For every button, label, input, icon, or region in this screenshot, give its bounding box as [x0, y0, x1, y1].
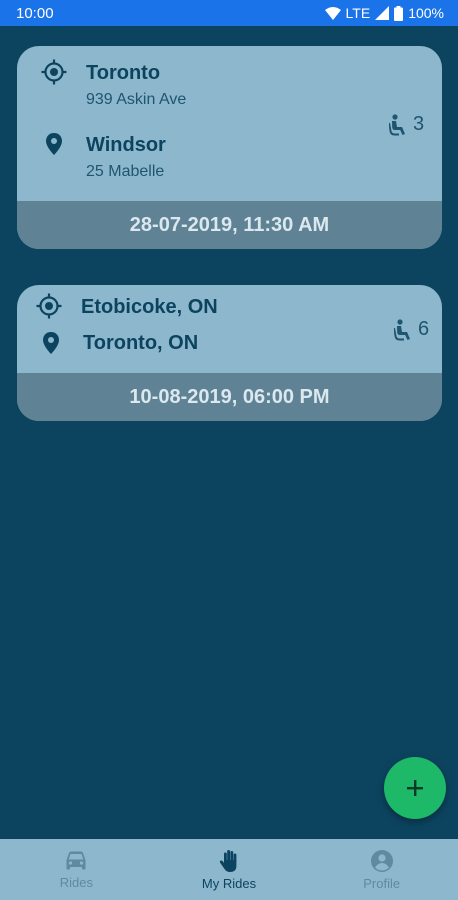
- ride-card[interactable]: Etobicoke, ON Toronto, ON 6 10-08-2019, …: [17, 285, 442, 421]
- plus-icon: [407, 780, 423, 796]
- account-icon: [370, 849, 393, 872]
- ride-datetime: 28-07-2019, 11:30 AM: [129, 213, 330, 236]
- origin-city: Toronto: [86, 62, 161, 84]
- origin-crosshair-icon: [41, 59, 67, 85]
- nav-label-rides: Rides: [59, 874, 93, 890]
- nav-label-profile: Profile: [363, 875, 401, 891]
- nav-item-profile[interactable]: Profile: [305, 839, 458, 900]
- ride-card-body: Toronto 939 Askin Ave Windsor 25 Mabelle…: [17, 46, 442, 201]
- destination-city: Windsor: [86, 134, 166, 156]
- destination-address: 25 Mabelle: [86, 163, 165, 180]
- ride-datetime-bar: 10-08-2019, 06:00 PM: [17, 373, 442, 421]
- status-time: 10:00: [16, 4, 54, 22]
- add-ride-button[interactable]: [384, 757, 446, 819]
- origin-city: Etobicoke, ON: [81, 296, 218, 318]
- battery-icon: [394, 5, 404, 21]
- seats-available: 6: [394, 318, 429, 341]
- seat-icon: [394, 318, 410, 340]
- ride-card[interactable]: Toronto 939 Askin Ave Windsor 25 Mabelle…: [17, 46, 442, 249]
- ride-datetime-bar: 28-07-2019, 11:30 AM: [17, 201, 442, 249]
- nav-item-my-rides[interactable]: My Rides: [153, 839, 306, 900]
- destination-pin-icon: [43, 332, 59, 354]
- signal-icon: [375, 6, 390, 20]
- seats-count: 6: [418, 318, 430, 340]
- status-icons: LTE 100%: [324, 5, 444, 21]
- wifi-icon: [324, 6, 341, 20]
- nav-item-rides[interactable]: Rides: [0, 839, 153, 900]
- origin-crosshair-icon: [36, 293, 62, 319]
- status-bar: 10:00 LTE 100%: [0, 0, 458, 26]
- network-type: LTE: [345, 5, 371, 21]
- hand-icon: [219, 849, 237, 872]
- destination-pin-icon: [46, 133, 62, 155]
- seats-count: 3: [413, 113, 425, 135]
- seat-icon: [389, 113, 405, 135]
- battery-level: 100%: [408, 5, 444, 21]
- seats-available: 3: [389, 113, 424, 136]
- bottom-navigation: Rides My Rides Profile: [0, 839, 458, 900]
- ride-datetime: 10-08-2019, 06:00 PM: [129, 385, 330, 408]
- car-icon: [66, 851, 86, 869]
- nav-label-my-rides: My Rides: [201, 875, 257, 891]
- origin-address: 939 Askin Ave: [86, 91, 187, 108]
- ride-card-body: Etobicoke, ON Toronto, ON 6: [17, 285, 442, 373]
- destination-city: Toronto, ON: [83, 332, 199, 354]
